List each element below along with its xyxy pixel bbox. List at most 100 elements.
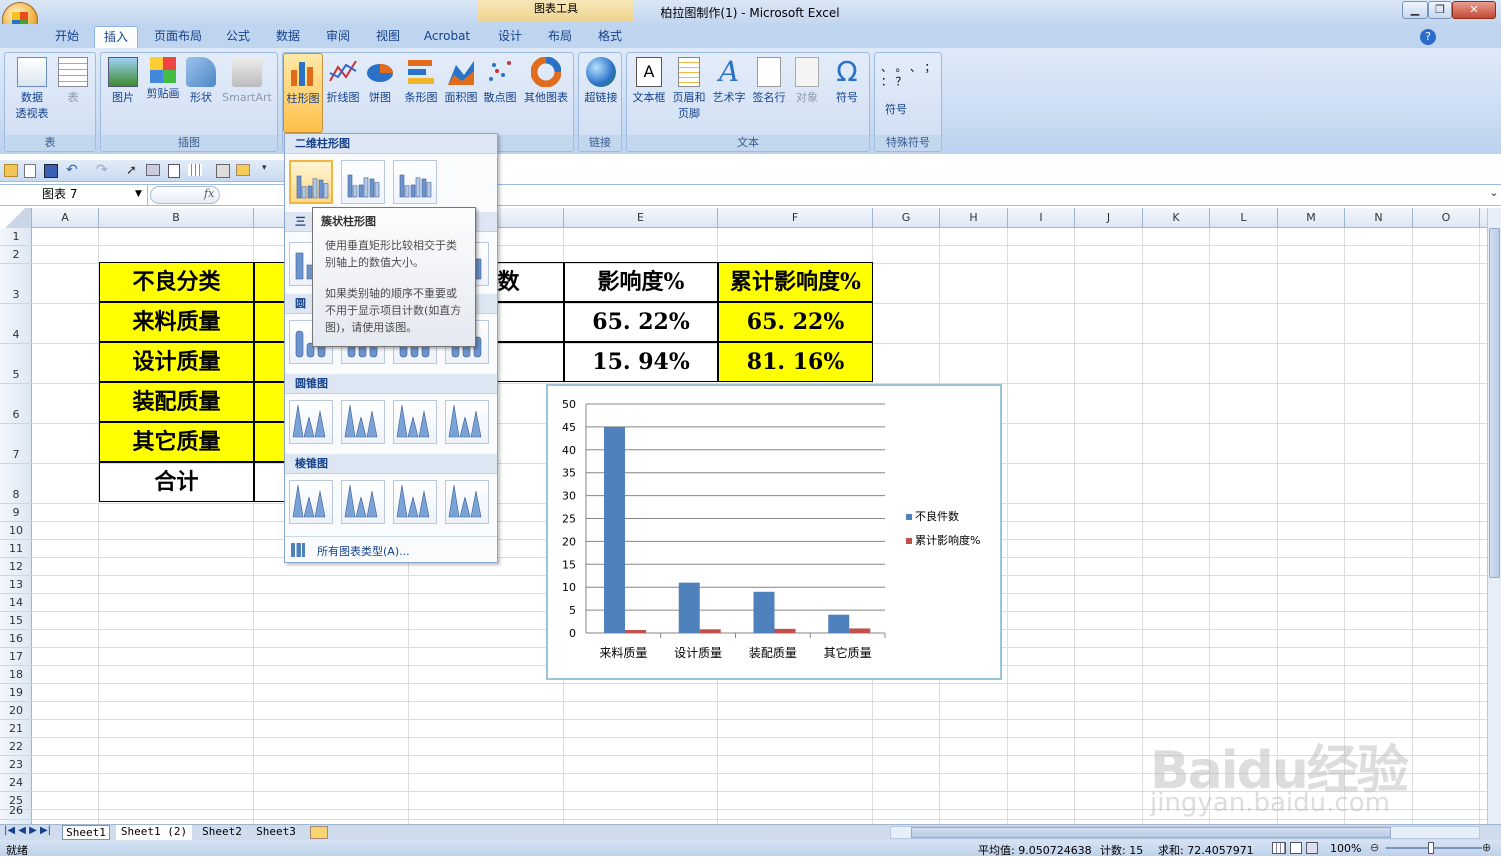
header-footer-button[interactable]: 页眉和 页脚: [669, 57, 709, 122]
bar-cumulative-percent[interactable]: [625, 630, 646, 633]
cell-e4[interactable]: 65. 22%: [564, 302, 718, 342]
cell-b6[interactable]: 装配质量: [99, 382, 254, 422]
tab-format[interactable]: 格式: [590, 26, 630, 48]
bar-cumulative-percent[interactable]: [699, 629, 721, 633]
undo-icon[interactable]: ↶: [66, 162, 78, 178]
redo-icon[interactable]: ↷: [96, 162, 108, 178]
row-header[interactable]: 5: [0, 344, 32, 384]
table-border-icon[interactable]: [188, 164, 202, 176]
column-header[interactable]: B: [99, 208, 254, 228]
column-header[interactable]: G: [873, 208, 940, 228]
symbol-button[interactable]: Ω 符号: [827, 57, 867, 106]
signature-line-button[interactable]: 签名行: [749, 57, 789, 106]
row-header[interactable]: 22: [0, 738, 32, 756]
bar-defect-count[interactable]: [828, 614, 850, 633]
chart-subtype-option[interactable]: [289, 480, 333, 524]
chart-subtype-option[interactable]: [341, 480, 385, 524]
chart-subtype-option[interactable]: [341, 400, 385, 444]
picture-button[interactable]: 图片: [103, 57, 143, 106]
horizontal-scroll-thumb[interactable]: [911, 827, 1391, 838]
maximize-button[interactable]: ❐: [1428, 1, 1452, 19]
tab-formulas[interactable]: 公式: [218, 26, 258, 48]
column-header[interactable]: I: [1008, 208, 1075, 228]
row-header[interactable]: 14: [0, 594, 32, 612]
sheet-tab-sheet1-2[interactable]: Sheet1 (2): [116, 825, 192, 840]
page-break-view-icon[interactable]: [1306, 842, 1318, 854]
zoom-in-icon[interactable]: ⊕: [1482, 841, 1491, 854]
zoom-slider-thumb[interactable]: [1428, 842, 1434, 854]
column-chart-button[interactable]: 柱形图: [283, 53, 323, 133]
pie-chart-button[interactable]: 饼图: [363, 57, 397, 106]
line-chart-button[interactable]: 折线图: [325, 57, 361, 106]
row-header[interactable]: 6: [0, 384, 32, 424]
row-header[interactable]: 15: [0, 612, 32, 630]
vertical-scroll-thumb[interactable]: [1489, 228, 1500, 578]
cell-f4[interactable]: 65. 22%: [718, 302, 873, 342]
folder-icon[interactable]: [236, 164, 250, 176]
help-icon[interactable]: ?: [1420, 29, 1436, 45]
object-button[interactable]: 对象: [789, 57, 825, 106]
pointer-icon[interactable]: ➚: [126, 163, 137, 178]
column-header[interactable]: F: [718, 208, 873, 228]
bar-defect-count[interactable]: [678, 582, 700, 633]
wordart-button[interactable]: A 艺术字: [709, 57, 749, 106]
row-header[interactable]: 11: [0, 540, 32, 558]
chart-subtype-option[interactable]: [393, 400, 437, 444]
form-icon[interactable]: [216, 164, 230, 178]
special-symbol-button[interactable]: 符号: [885, 101, 907, 117]
pareto-chart[interactable]: 0 5 10 15 20 25 30 35 40 45 50 来料质量 设计质量 装配质量 其它质量 不良件数…: [546, 384, 1002, 680]
tab-insert[interactable]: 插入: [94, 26, 138, 48]
column-header[interactable]: N: [1345, 208, 1413, 228]
tab-design[interactable]: 设计: [490, 26, 530, 48]
scatter-chart-button[interactable]: 散点图: [481, 57, 519, 106]
row-header[interactable]: 23: [0, 756, 32, 774]
chart-subtype-option[interactable]: [445, 400, 489, 444]
cell-b3[interactable]: 不良分类: [99, 262, 254, 302]
row-header[interactable]: 20: [0, 702, 32, 720]
table-button[interactable]: 表: [55, 57, 91, 106]
chart-subtype-option[interactable]: [289, 400, 333, 444]
row-header[interactable]: 16: [0, 630, 32, 648]
sheet-tab-sheet3[interactable]: Sheet3: [252, 825, 300, 840]
hyperlink-button[interactable]: 超链接: [581, 57, 621, 106]
open-icon[interactable]: [4, 164, 18, 177]
smartart-button[interactable]: SmartArt: [219, 57, 275, 106]
cell-b4[interactable]: 来料质量: [99, 302, 254, 342]
row-header[interactable]: 18: [0, 666, 32, 684]
chart-subtype-option[interactable]: [289, 160, 333, 204]
close-button[interactable]: ✕: [1452, 1, 1496, 19]
column-header[interactable]: K: [1143, 208, 1210, 228]
zoom-out-icon[interactable]: ⊖: [1370, 841, 1379, 854]
row-header[interactable]: 17: [0, 648, 32, 666]
symbol-grid[interactable]: 、 。 、 ； ： ？: [881, 61, 937, 89]
row-header[interactable]: 4: [0, 304, 32, 344]
expand-formula-bar-icon[interactable]: ⌄: [1487, 186, 1501, 204]
tab-layout[interactable]: 布局: [540, 26, 580, 48]
chart-subtype-option[interactable]: [445, 480, 489, 524]
insert-sheet-icon[interactable]: [310, 826, 328, 839]
select-all-button[interactable]: [0, 208, 32, 228]
normal-view-icon[interactable]: [1272, 842, 1286, 854]
chart-subtype-option[interactable]: [341, 160, 385, 204]
area-chart-button[interactable]: 面积图: [441, 57, 481, 106]
customize-qat-icon[interactable]: ▾: [262, 163, 267, 173]
tab-page-layout[interactable]: 页面布局: [146, 26, 210, 48]
cell-b5[interactable]: 设计质量: [99, 342, 254, 382]
row-header[interactable]: 13: [0, 576, 32, 594]
minimize-button[interactable]: ▁: [1402, 1, 1428, 19]
row-header[interactable]: 21: [0, 720, 32, 738]
horizontal-scrollbar[interactable]: [890, 826, 1480, 839]
page-layout-view-icon[interactable]: [1290, 842, 1302, 854]
column-header[interactable]: L: [1210, 208, 1278, 228]
sheet-nav-icon[interactable]: |◀ ◀ ▶ ▶|: [4, 825, 51, 836]
row-header[interactable]: 9: [0, 504, 32, 522]
bar-defect-count[interactable]: [753, 591, 775, 633]
shapes-button[interactable]: 形状: [183, 57, 219, 106]
row-header[interactable]: 8: [0, 464, 32, 504]
all-chart-types-item[interactable]: 所有图表类型(A)...: [285, 536, 497, 562]
sheet-tab-sheet1[interactable]: Sheet1: [62, 825, 110, 840]
row-header[interactable]: 26: [0, 805, 32, 820]
tab-acrobat[interactable]: Acrobat: [418, 26, 476, 48]
row-header[interactable]: 7: [0, 424, 32, 464]
row-header[interactable]: 24: [0, 774, 32, 792]
